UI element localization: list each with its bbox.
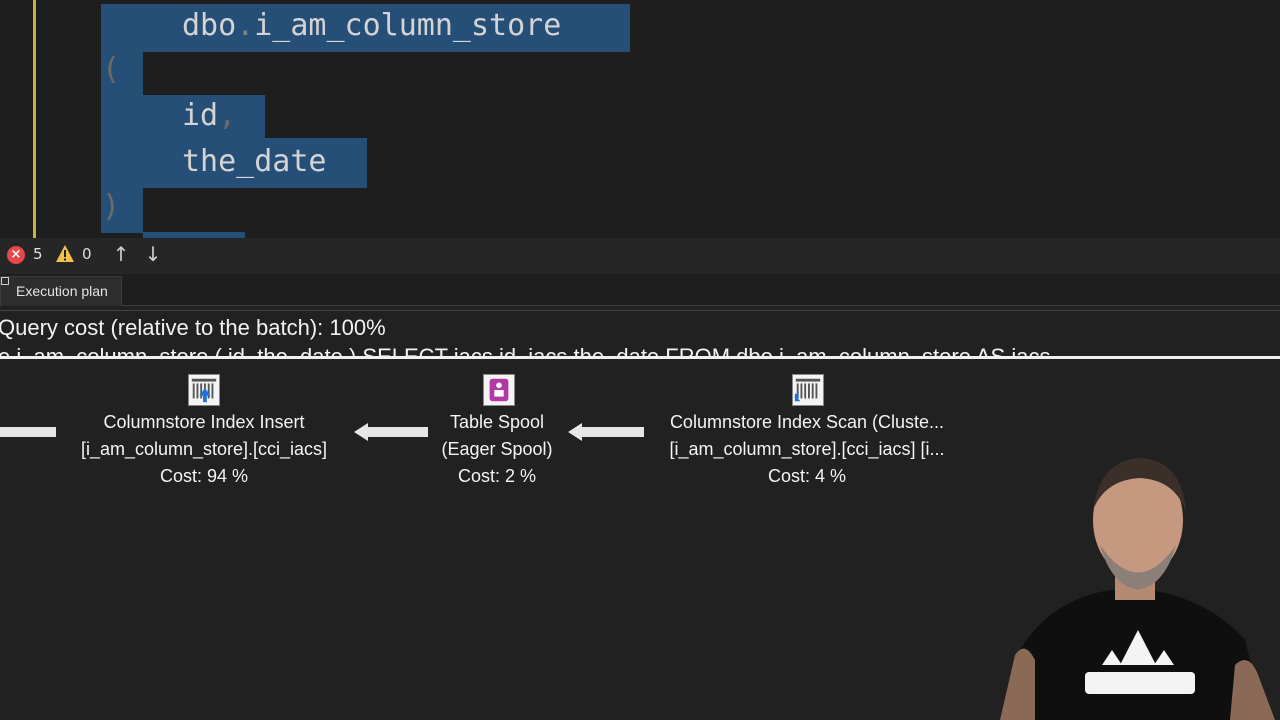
operator-name[interactable]: Table Spool — [417, 412, 577, 433]
columnstore-scan-icon[interactable] — [792, 374, 824, 406]
code-close-paren: ) — [102, 189, 121, 224]
pin-icon — [1, 277, 9, 285]
flow-arrow — [0, 427, 56, 437]
operator-cost: Cost: 94 % — [159, 466, 249, 486]
query-cost-label: Query cost (relative to the batch): 100% — [0, 315, 386, 340]
code-line-col2: the_date — [182, 144, 327, 179]
change-indicator — [33, 0, 36, 238]
code-line-table: dbo.i_am_column_store — [182, 8, 562, 43]
error-icon[interactable]: × — [7, 246, 25, 264]
operator-object: [i_am_column_store].[cci_iacs] — [80, 439, 328, 459]
query-text-row: e i_am_column_store ( id, the_date ) SEL… — [0, 340, 1280, 357]
operator-object: (Eager Spool) — [441, 439, 553, 459]
code-open-paren: ( — [102, 52, 121, 87]
operator-object: [i_am_column_store].[cci_iacs] [i... — [669, 439, 945, 459]
arrow-down-icon[interactable]: ↓ — [143, 242, 163, 266]
arrow-up-icon[interactable]: ↑ — [111, 242, 131, 266]
warning-count: 0 — [82, 245, 92, 263]
presenter-webcam-overlay — [1000, 458, 1275, 720]
status-bar — [0, 238, 1280, 274]
operator-cost: Cost: 4 % — [767, 466, 847, 486]
operator-cost: Cost: 2 % — [457, 466, 537, 486]
flow-arrow-head — [568, 423, 582, 441]
table-spool-icon[interactable] — [483, 374, 515, 406]
code-editor[interactable]: dbo.i_am_column_store ( id, the_date ) — [0, 0, 1280, 238]
flow-arrow-head — [354, 423, 368, 441]
columnstore-insert-icon[interactable] — [188, 374, 220, 406]
tab-label: Execution plan — [16, 283, 108, 299]
operator-name[interactable]: Columnstore Index Insert — [64, 412, 344, 433]
divider — [0, 356, 1280, 359]
error-count: 5 — [33, 245, 43, 263]
operator-name[interactable]: Columnstore Index Scan (Cluste... — [642, 412, 972, 433]
code-line-col1: id, — [182, 98, 237, 133]
divider — [0, 310, 1280, 311]
results-tab-strip — [0, 274, 1280, 306]
warning-icon[interactable] — [55, 244, 75, 264]
flow-arrow — [582, 427, 644, 437]
